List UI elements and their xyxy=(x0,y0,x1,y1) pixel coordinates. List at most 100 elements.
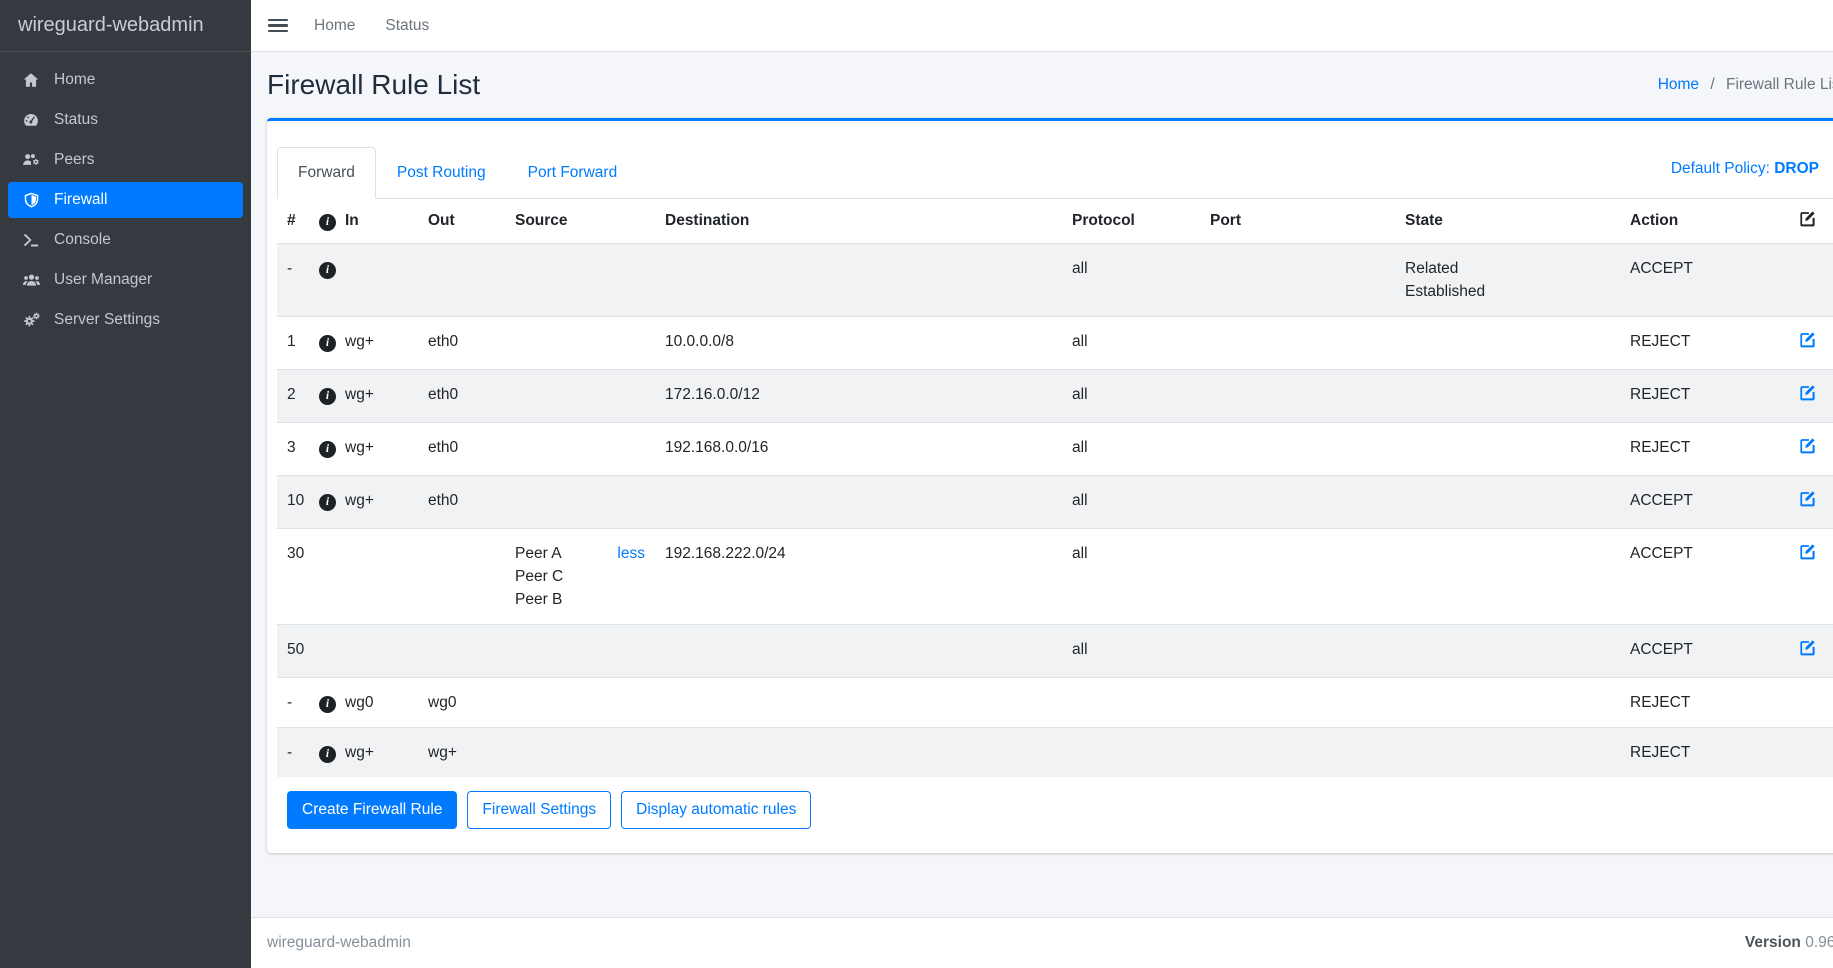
action-buttons: Create Firewall Rule Firewall Settings Dis… xyxy=(287,791,1833,829)
page: wireguard-webadmin Home Status Peers Firewa… xyxy=(0,0,1833,968)
rule-port xyxy=(1200,625,1395,678)
rule-state xyxy=(1395,476,1620,529)
edit-rule-button[interactable] xyxy=(1798,436,1817,455)
info-icon[interactable]: i xyxy=(319,494,336,511)
info-icon[interactable]: i xyxy=(319,262,336,279)
rule-protocol: all xyxy=(1062,423,1200,476)
edit-icon[interactable] xyxy=(1798,209,1817,228)
info-icon[interactable]: i xyxy=(319,696,336,713)
rule-info-cell: i xyxy=(309,317,335,370)
info-icon[interactable]: i xyxy=(319,214,336,231)
edit-rule-button[interactable] xyxy=(1798,489,1817,508)
rule-source xyxy=(505,370,655,423)
rule-action: REJECT xyxy=(1620,317,1788,370)
table-row: -iwg0wg0REJECT xyxy=(277,678,1833,728)
edit-rule-button[interactable] xyxy=(1798,542,1817,561)
rule-action: ACCEPT xyxy=(1620,244,1788,317)
navbar-link-status[interactable]: Status xyxy=(385,17,429,34)
rule-info-cell: i xyxy=(309,476,335,529)
footer-version-label: Version xyxy=(1745,934,1801,951)
table-row: 1iwg+eth010.0.0.0/8allREJECT xyxy=(277,317,1833,370)
rule-number: - xyxy=(277,678,309,728)
rule-out xyxy=(418,244,505,317)
rule-destination: 10.0.0.0/8 xyxy=(655,317,1062,370)
column-out: Out xyxy=(418,199,505,244)
rule-number: 1 xyxy=(277,317,309,370)
navbar-links: Home Status xyxy=(314,17,459,35)
rule-out: eth0 xyxy=(418,423,505,476)
rule-info-cell: i xyxy=(309,678,335,728)
rule-number: 10 xyxy=(277,476,309,529)
main-area: Home Status Firewall Rule List Home / Fir… xyxy=(251,0,1833,968)
sidebar-toggle-icon[interactable] xyxy=(268,16,288,36)
firewall-card-body: ForwardPost RoutingPort Forward Default P… xyxy=(267,121,1833,853)
sidebar-item-console[interactable]: Console xyxy=(8,222,243,258)
tab-post-routing[interactable]: Post Routing xyxy=(376,147,507,199)
sidebar-item-label: User Manager xyxy=(54,271,152,289)
rule-state xyxy=(1395,625,1620,678)
info-icon[interactable]: i xyxy=(319,441,336,458)
breadcrumb: Home / Firewall Rule List xyxy=(1658,76,1833,94)
column-port: Port xyxy=(1200,199,1395,244)
rule-action: REJECT xyxy=(1620,678,1788,728)
column-destination: Destination xyxy=(655,199,1062,244)
rule-action: ACCEPT xyxy=(1620,625,1788,678)
table-row: -iwg+wg+REJECT xyxy=(277,728,1833,778)
sidebar-item-status[interactable]: Status xyxy=(8,102,243,138)
sidebar-item-server-settings[interactable]: Server Settings xyxy=(8,302,243,338)
rule-port xyxy=(1200,476,1395,529)
display-automatic-rules-button[interactable]: Display automatic rules xyxy=(621,791,811,829)
breadcrumb-home-link[interactable]: Home xyxy=(1658,76,1699,93)
edit-rule-button[interactable] xyxy=(1798,383,1817,402)
table-row: 2iwg+eth0172.16.0.0/12allREJECT xyxy=(277,370,1833,423)
table-row: 10iwg+eth0allACCEPT xyxy=(277,476,1833,529)
info-icon[interactable]: i xyxy=(319,335,336,352)
default-policy-link[interactable]: Default Policy: DROP xyxy=(1671,160,1833,186)
shield-icon xyxy=(16,191,46,209)
rule-source xyxy=(505,476,655,529)
sidebar-item-home[interactable]: Home xyxy=(8,62,243,98)
rule-info-cell: i xyxy=(309,423,335,476)
tab-forward[interactable]: Forward xyxy=(277,147,376,199)
rule-in: wg+ xyxy=(335,370,418,423)
rule-edit-cell xyxy=(1788,728,1833,778)
sidebar-item-label: Peers xyxy=(54,151,95,169)
rule-edit-cell xyxy=(1788,476,1833,529)
rule-number: 2 xyxy=(277,370,309,423)
source-less-link[interactable]: less xyxy=(617,542,645,565)
info-icon[interactable]: i xyxy=(319,746,336,763)
rule-edit-cell xyxy=(1788,678,1833,728)
rule-info-cell xyxy=(309,625,335,678)
column-source: Source xyxy=(505,199,655,244)
rule-destination: 192.168.0.0/16 xyxy=(655,423,1062,476)
rule-protocol: all xyxy=(1062,317,1200,370)
sidebar-item-user-manager[interactable]: User Manager xyxy=(8,262,243,298)
rule-source xyxy=(505,423,655,476)
rule-action: REJECT xyxy=(1620,728,1788,778)
rule-state xyxy=(1395,529,1620,625)
rule-info-cell: i xyxy=(309,728,335,778)
firewall-rules-table: #iInOutSourceDestinationProtocolPortStat… xyxy=(277,199,1833,777)
sidebar-brand[interactable]: wireguard-webadmin xyxy=(0,0,251,52)
edit-rule-button[interactable] xyxy=(1798,330,1817,349)
column-edit xyxy=(1788,199,1833,244)
navbar-link-home[interactable]: Home xyxy=(314,17,355,34)
breadcrumb-current: Firewall Rule List xyxy=(1726,76,1833,93)
sidebar-item-peers[interactable]: Peers xyxy=(8,142,243,178)
source-peer: Peer B xyxy=(515,588,645,611)
rule-action: REJECT xyxy=(1620,370,1788,423)
firewall-settings-button[interactable]: Firewall Settings xyxy=(467,791,611,829)
edit-rule-button[interactable] xyxy=(1798,638,1817,657)
sidebar-item-label: Console xyxy=(54,231,111,249)
rule-number: 50 xyxy=(277,625,309,678)
table-row: 30Peer AlessPeer CPeer B192.168.222.0/24… xyxy=(277,529,1833,625)
home-icon xyxy=(16,71,46,89)
create-firewall-rule-button[interactable]: Create Firewall Rule xyxy=(287,791,457,829)
rule-edit-cell xyxy=(1788,244,1833,317)
rule-edit-cell xyxy=(1788,370,1833,423)
info-icon[interactable]: i xyxy=(319,388,336,405)
tab-port-forward[interactable]: Port Forward xyxy=(507,147,639,199)
sidebar-item-firewall[interactable]: Firewall xyxy=(8,182,243,218)
column-protocol: Protocol xyxy=(1062,199,1200,244)
tachometer-icon xyxy=(16,111,46,129)
